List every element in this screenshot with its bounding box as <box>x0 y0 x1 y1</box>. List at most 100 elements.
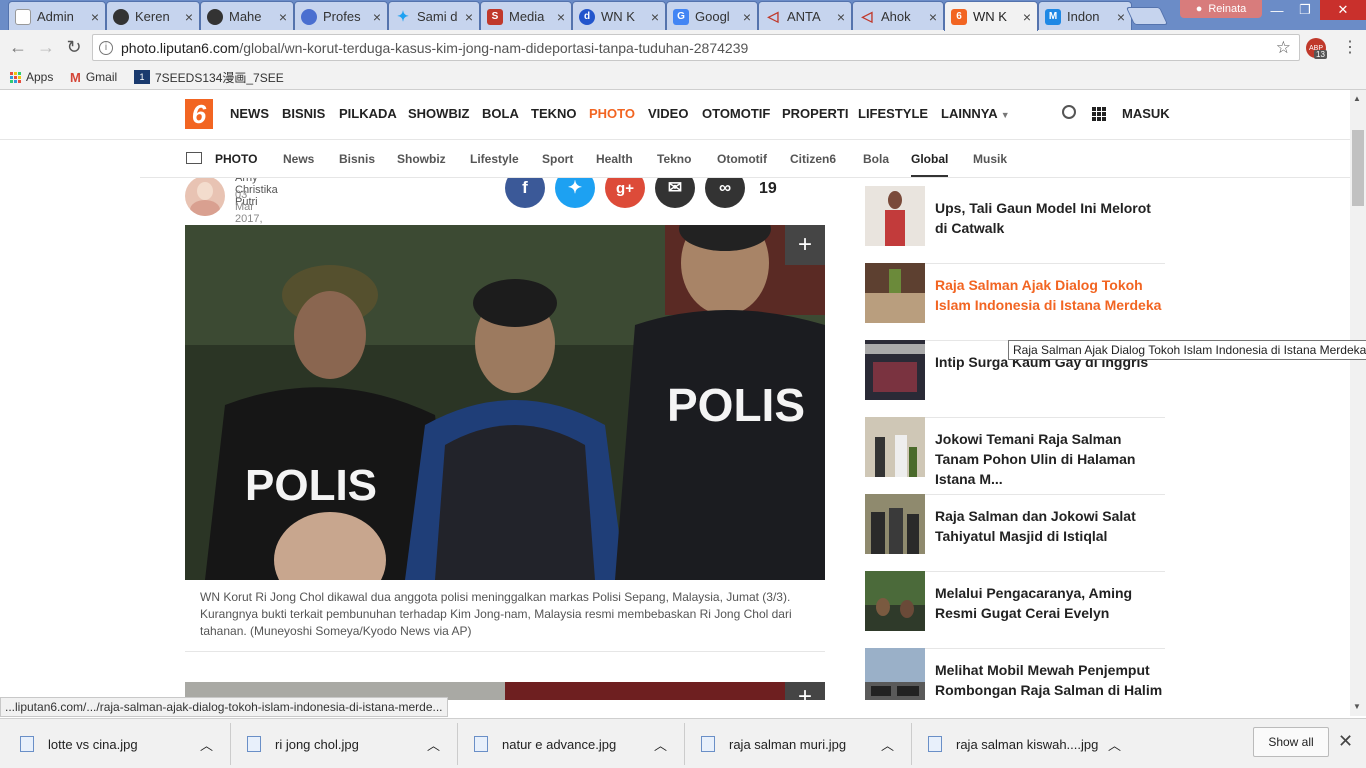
chevron-up-icon[interactable]: ︿ <box>654 731 667 757</box>
download-item[interactable]: natur e advance.jpg <box>474 731 616 757</box>
download-item[interactable]: ri jong chol.jpg <box>247 731 359 757</box>
related-title[interactable]: Melihat Mobil Mewah Penjemput Rombongan … <box>935 660 1167 700</box>
browser-tab[interactable]: G Googl × <box>666 1 758 31</box>
related-item[interactable]: Raja Salman Ajak Dialog Tokoh Islam Indo… <box>865 263 1165 341</box>
scroll-down-icon[interactable]: ▼ <box>1353 702 1361 711</box>
subnav-health[interactable]: Health <box>596 152 633 166</box>
subnav-news[interactable]: News <box>283 152 314 166</box>
site-logo[interactable]: 6 <box>185 99 213 129</box>
close-icon[interactable]: × <box>743 9 751 25</box>
nav-otomotif[interactable]: OTOMOTIF <box>702 106 770 121</box>
related-title[interactable]: Melalui Pengacaranya, Aming Resmi Gugat … <box>935 583 1167 623</box>
browser-tab[interactable]: Keren × <box>106 1 200 31</box>
nav-tekno[interactable]: TEKNO <box>531 106 577 121</box>
related-title[interactable]: Raja Salman Ajak Dialog Tokoh Islam Indo… <box>935 275 1167 315</box>
download-item[interactable]: raja salman kiswah....jpg <box>928 731 1098 757</box>
close-downloads-icon[interactable]: ✕ <box>1338 731 1353 752</box>
maximize-icon[interactable]: ❐ <box>1290 0 1320 20</box>
related-thumbnail[interactable] <box>865 340 925 400</box>
close-icon[interactable]: × <box>1023 9 1031 25</box>
related-item[interactable]: Ups, Tali Gaun Model Ini Melorot di Catw… <box>865 186 1165 264</box>
browser-tab[interactable]: ◁ ANTA × <box>758 1 852 31</box>
close-icon[interactable]: × <box>465 9 473 25</box>
forward-icon[interactable]: → <box>36 37 56 57</box>
browser-tab[interactable]: ◁ Ahok × <box>852 1 944 31</box>
bookmark-7seeds[interactable]: 1 7SEEDS134漫画_7SEE <box>134 68 284 86</box>
scrollbar-thumb[interactable] <box>1352 130 1364 206</box>
reload-icon[interactable]: ↻ <box>64 37 84 57</box>
expand-photo-button[interactable]: + <box>785 225 825 265</box>
download-item[interactable]: lotte vs cina.jpg <box>20 731 138 757</box>
browser-tab[interactable]: Admin × <box>8 1 106 31</box>
close-icon[interactable]: × <box>929 9 937 25</box>
related-thumbnail[interactable] <box>865 263 925 323</box>
login-link[interactable]: MASUK <box>1122 106 1170 121</box>
related-item[interactable]: Raja Salman dan Jokowi Salat Tahiyatul M… <box>865 494 1165 572</box>
close-icon[interactable]: × <box>651 9 659 25</box>
browser-tab[interactable]: d WN K × <box>572 1 666 31</box>
close-icon[interactable]: × <box>837 9 845 25</box>
nav-video[interactable]: VIDEO <box>648 106 688 121</box>
back-icon[interactable]: ← <box>8 37 28 57</box>
subnav-sport[interactable]: Sport <box>542 152 573 166</box>
close-icon[interactable]: × <box>557 9 565 25</box>
related-title[interactable]: Ups, Tali Gaun Model Ini Melorot di Catw… <box>935 198 1167 238</box>
subnav-musik[interactable]: Musik <box>973 152 1007 166</box>
subnav-otomotif[interactable]: Otomotif <box>717 152 767 166</box>
browser-tab[interactable]: Profes × <box>294 1 388 31</box>
nav-properti[interactable]: PROPERTI <box>782 106 848 121</box>
browser-tab[interactable]: Mahe × <box>200 1 294 31</box>
bookmark-apps[interactable]: Apps <box>10 68 53 86</box>
search-icon[interactable] <box>1062 105 1076 119</box>
nav-bisnis[interactable]: BISNIS <box>282 106 325 121</box>
subnav-citizen6[interactable]: Citizen6 <box>790 152 836 166</box>
close-icon[interactable]: × <box>185 9 193 25</box>
window-close-icon[interactable]: ✕ <box>1320 0 1366 20</box>
chevron-up-icon[interactable]: ︿ <box>427 731 440 757</box>
related-thumbnail[interactable] <box>865 571 925 631</box>
nav-photo[interactable]: PHOTO <box>589 106 635 121</box>
subnav-lifestyle[interactable]: Lifestyle <box>470 152 519 166</box>
browser-tab-active[interactable]: 6 WN K × <box>944 1 1038 31</box>
nav-bola[interactable]: BOLA <box>482 106 519 121</box>
nav-lifestyle[interactable]: LIFESTYLE <box>858 106 928 121</box>
subnav-bisnis[interactable]: Bisnis <box>339 152 375 166</box>
related-thumbnail[interactable] <box>865 417 925 477</box>
scroll-up-icon[interactable]: ▲ <box>1353 94 1361 103</box>
related-item[interactable]: Jokowi Temani Raja Salman Tanam Pohon Ul… <box>865 417 1165 495</box>
subnav-tekno[interactable]: Tekno <box>657 152 691 166</box>
avatar[interactable] <box>185 176 225 216</box>
grid-menu-icon[interactable] <box>1092 107 1106 121</box>
page-scrollbar[interactable]: ▲ ▼ <box>1350 90 1366 716</box>
subnav-global[interactable]: Global <box>911 152 949 177</box>
expand-photo-button[interactable]: + <box>785 682 825 700</box>
browser-tab[interactable]: M Indon × <box>1038 1 1132 31</box>
nav-pilkada[interactable]: PILKADA <box>339 106 397 121</box>
download-item[interactable]: raja salman muri.jpg <box>701 731 846 757</box>
star-icon[interactable]: ☆ <box>1276 38 1291 58</box>
minimize-icon[interactable]: — <box>1262 0 1292 20</box>
related-thumbnail[interactable] <box>865 186 925 246</box>
nav-showbiz[interactable]: SHOWBIZ <box>408 106 469 121</box>
nav-lainnya[interactable]: LAINNYA ▼ <box>941 106 1010 121</box>
browser-tab[interactable]: S Media × <box>480 1 572 31</box>
close-icon[interactable]: × <box>1117 9 1125 25</box>
menu-icon[interactable]: ⋮ <box>1342 37 1358 57</box>
browser-tab[interactable]: ✦ Sami d × <box>388 1 480 31</box>
related-item[interactable]: Melihat Mobil Mewah Penjemput Rombongan … <box>865 648 1165 700</box>
article-photo[interactable]: POLIS POLIS + <box>185 225 825 580</box>
related-title[interactable]: Raja Salman dan Jokowi Salat Tahiyatul M… <box>935 506 1167 546</box>
chevron-up-icon[interactable]: ︿ <box>881 731 894 757</box>
profile-button[interactable]: ● Reinata <box>1180 0 1262 18</box>
close-icon[interactable]: × <box>279 9 287 25</box>
related-thumbnail[interactable] <box>865 494 925 554</box>
address-bar[interactable]: i photo.liputan6.com/global/wn-korut-ter… <box>92 34 1300 61</box>
new-tab-button[interactable] <box>1125 7 1169 25</box>
subnav-label[interactable]: PHOTO <box>215 152 257 166</box>
chevron-up-icon[interactable]: ︿ <box>1108 731 1121 757</box>
close-icon[interactable]: × <box>373 9 381 25</box>
subnav-bola[interactable]: Bola <box>863 152 889 166</box>
nav-news[interactable]: NEWS <box>230 106 269 121</box>
related-item[interactable]: Melalui Pengacaranya, Aming Resmi Gugat … <box>865 571 1165 649</box>
chevron-up-icon[interactable]: ︿ <box>200 731 213 757</box>
